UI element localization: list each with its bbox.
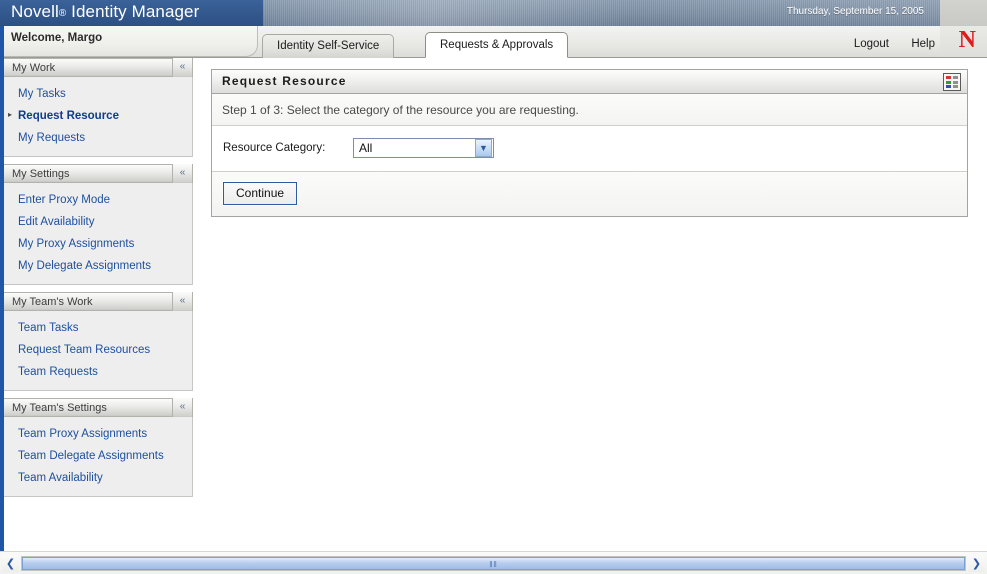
resource-category-select[interactable]: All ▼	[353, 138, 494, 158]
resource-category-selected-value: All	[359, 141, 373, 155]
nav-group-body-my-teams-settings: Team Proxy Assignments Team Delegate Ass…	[4, 417, 193, 497]
nav-group-header-my-teams-work[interactable]: My Team's Work «	[4, 292, 193, 311]
nav-group-body-my-teams-work: Team Tasks Request Team Resources Team R…	[4, 311, 193, 391]
nav-group-title: My Work	[12, 62, 56, 74]
sidebar-item-my-delegate-assignments[interactable]: My Delegate Assignments	[4, 255, 192, 277]
legend-swatch-green	[946, 80, 951, 84]
sidebar-item-my-requests[interactable]: My Requests	[4, 127, 192, 149]
color-legend-grid-icon[interactable]	[943, 73, 961, 91]
sidebar-item-team-delegate-assignments[interactable]: Team Delegate Assignments	[4, 445, 192, 467]
nav-group-title: My Team's Work	[12, 296, 93, 308]
nav-group-my-teams-settings: My Team's Settings « Team Proxy Assignme…	[4, 398, 193, 497]
continue-button[interactable]: Continue	[221, 181, 299, 206]
scroll-left-arrow-icon[interactable]: ❮	[2, 554, 19, 572]
legend-swatch-gray-3	[953, 85, 958, 88]
sidebar-item-request-team-resources[interactable]: Request Team Resources	[4, 339, 192, 361]
chevron-up-double-icon[interactable]: «	[172, 164, 192, 183]
panel-action-row: Continue	[212, 172, 967, 216]
nav-group-title: My Settings	[12, 168, 70, 180]
resource-category-form-row: Resource Category: All ▼	[212, 126, 967, 172]
current-date: Thursday, September 15, 2005	[786, 6, 924, 17]
tab-identity-self-service[interactable]: Identity Self-Service	[262, 34, 395, 58]
product-title-name: Identity Manager	[71, 2, 200, 21]
product-title: Novell® Identity Manager	[11, 2, 199, 22]
application-window: Novell® Identity Manager Thursday, Septe…	[0, 0, 987, 574]
tab-requests-and-approvals[interactable]: Requests & Approvals	[425, 32, 569, 58]
chevron-up-double-icon[interactable]: «	[172, 292, 192, 311]
nav-group-title: My Team's Settings	[12, 402, 107, 414]
nav-group-header-my-settings[interactable]: My Settings «	[4, 164, 193, 183]
legend-swatch-gray-2	[953, 80, 958, 84]
scroll-right-arrow-icon[interactable]: ❯	[968, 554, 985, 572]
nav-group-body-my-work: My Tasks Request Resource My Requests	[4, 77, 193, 157]
sidebar-item-my-tasks[interactable]: My Tasks	[4, 83, 192, 105]
legend-swatch-gray-1	[953, 76, 958, 79]
step-instruction: Step 1 of 3: Select the category of the …	[212, 94, 967, 126]
sidebar-item-team-proxy-assignments[interactable]: Team Proxy Assignments	[4, 423, 192, 445]
legend-swatch-red	[946, 76, 951, 79]
sidebar-item-team-tasks[interactable]: Team Tasks	[4, 317, 192, 339]
welcome-plate: Welcome, Margo	[0, 26, 258, 57]
scrollbar-track[interactable]: ‖‖	[21, 555, 966, 571]
legend-row-1	[946, 76, 958, 79]
nav-group-my-work: My Work « My Tasks Request Resource My R…	[4, 58, 193, 157]
logout-link[interactable]: Logout	[854, 38, 889, 50]
nav-group-body-my-settings: Enter Proxy Mode Edit Availability My Pr…	[4, 183, 193, 285]
nav-group-my-teams-work: My Team's Work « Team Tasks Request Team…	[4, 292, 193, 391]
nav-group-header-my-teams-settings[interactable]: My Team's Settings «	[4, 398, 193, 417]
nav-group-header-my-work[interactable]: My Work «	[4, 58, 193, 77]
product-title-brand: Novell	[11, 2, 59, 21]
sidebar-item-edit-availability[interactable]: Edit Availability	[4, 211, 192, 233]
product-banner: Novell® Identity Manager Thursday, Septe…	[0, 0, 987, 26]
chevron-up-double-icon[interactable]: «	[172, 58, 192, 77]
resource-category-label: Resource Category:	[223, 142, 326, 154]
sidebar-item-enter-proxy-mode[interactable]: Enter Proxy Mode	[4, 189, 192, 211]
novell-n-logo-icon: N	[958, 27, 976, 53]
sidebar-item-team-requests[interactable]: Team Requests	[4, 361, 192, 383]
logo-plate: N	[940, 26, 987, 57]
sidebar-item-request-resource[interactable]: Request Resource	[4, 105, 192, 127]
legend-row-2	[946, 80, 958, 84]
nav-group-my-settings: My Settings « Enter Proxy Mode Edit Avai…	[4, 164, 193, 285]
welcome-message: Welcome, Margo	[11, 32, 103, 44]
sidebar-item-team-availability[interactable]: Team Availability	[4, 467, 192, 489]
registered-trademark-icon: ®	[58, 8, 67, 19]
horizontal-scrollbar[interactable]: ❮ ‖‖ ❯	[0, 551, 987, 574]
chevron-up-double-icon[interactable]: «	[172, 398, 192, 417]
legend-row-3	[946, 85, 958, 88]
banner-logo-backdrop	[940, 0, 987, 26]
page-title: Request Resource	[222, 74, 347, 88]
sidebar-navigation: My Work « My Tasks Request Resource My R…	[4, 58, 193, 504]
help-link[interactable]: Help	[911, 38, 935, 50]
scrollbar-grip-icon: ‖‖	[489, 559, 498, 569]
legend-swatch-blue	[946, 85, 951, 88]
panel-title-bar: Request Resource	[212, 70, 967, 94]
request-resource-panel: Request Resource Step 1 of 3: Select the…	[211, 69, 968, 217]
chevron-down-icon[interactable]: ▼	[475, 139, 492, 157]
scrollbar-thumb[interactable]: ‖‖	[22, 556, 965, 570]
sidebar-item-my-proxy-assignments[interactable]: My Proxy Assignments	[4, 233, 192, 255]
tab-strip: Welcome, Margo Identity Self-Service Req…	[0, 26, 987, 58]
